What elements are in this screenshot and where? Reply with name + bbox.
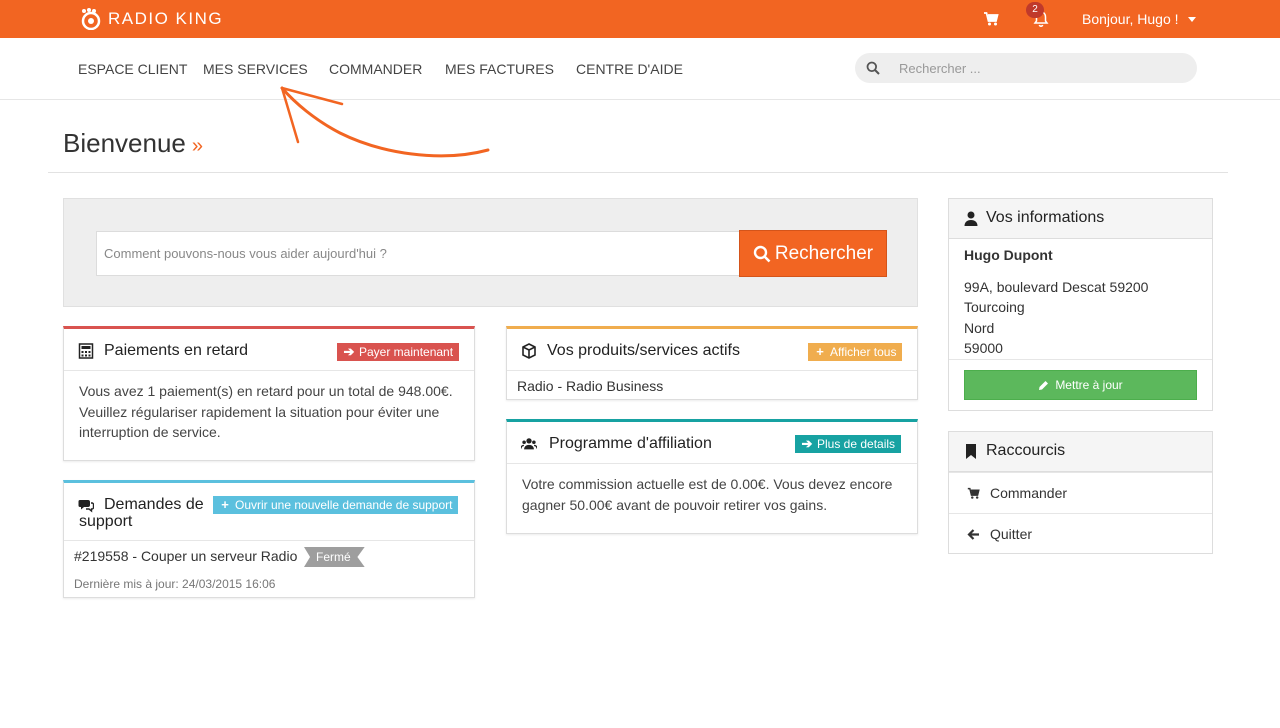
help-search-button-label: Rechercher — [774, 242, 874, 264]
panel-header: Vos produits/services actifs + Afficher … — [507, 329, 917, 371]
affiliate-text: Votre commission actuelle est de 0.00€. … — [522, 476, 893, 513]
panel-header: Raccourcis — [949, 432, 1212, 472]
top-bar: RADIO KING 2 Bonjour, Hugo ! — [0, 0, 1280, 38]
nav-mes-services[interactable]: MES SERVICES — [203, 61, 308, 77]
cart-icon[interactable] — [983, 11, 999, 27]
divider — [949, 359, 1212, 360]
client-name: Hugo Dupont — [964, 247, 1053, 263]
shortcut-commander[interactable]: Commander — [949, 472, 1212, 513]
address-line: Nord — [964, 319, 995, 336]
shortcuts-panel: Raccourcis Commander Quitter — [948, 431, 1213, 554]
account-info-panel: Vos informations Hugo Dupont 99A, boulev… — [948, 198, 1213, 411]
ticket-status-badge: Fermé — [304, 547, 365, 567]
help-search-panel: Rechercher — [63, 198, 918, 307]
affiliate-panel: Programme d'affiliation ➔ Plus de detail… — [506, 419, 918, 534]
search-icon — [866, 61, 880, 75]
nav-centre-aide[interactable]: CENTRE D'AIDE — [576, 61, 683, 77]
service-list-item[interactable]: Radio - Radio Business — [517, 378, 663, 394]
update-info-label: Mettre à jour — [1055, 378, 1123, 392]
client-address: 99A, boulevard Descat 59200 Tourcoing No… — [964, 277, 1148, 358]
panel-title: Vos produits/services actifs — [547, 342, 740, 359]
page-title-chevron: » — [191, 135, 204, 157]
panel-title-line1: Demandes de — [104, 496, 204, 513]
update-info-button[interactable]: Mettre à jour — [964, 370, 1197, 400]
more-details-label: Plus de details — [817, 437, 896, 451]
arrow-right-icon: ➔ — [801, 436, 813, 451]
overdue-payments-panel: Paiements en retard ➔ Payer maintenant V… — [63, 326, 475, 461]
bookmark-icon — [966, 444, 976, 459]
panel-title: Demandes de — [104, 496, 204, 513]
brand-name: RADIO KING — [108, 9, 224, 28]
calculator-icon — [78, 343, 94, 359]
search-icon — [753, 245, 771, 262]
search-box — [855, 53, 1197, 83]
search-input[interactable] — [899, 53, 1189, 83]
ticket-updated: Dernière mis à jour: 24/03/2015 16:06 — [74, 577, 276, 591]
shortcut-quitter[interactable]: Quitter — [949, 513, 1212, 554]
users-icon — [521, 438, 537, 450]
show-all-button[interactable]: + Afficher tous — [808, 343, 903, 361]
help-search-button[interactable]: Rechercher — [739, 230, 887, 277]
new-ticket-button[interactable]: + Ouvrir une nouvelle demande de support — [213, 496, 459, 514]
panel-header: Demandes de support + Ouvrir une nouvell… — [64, 483, 474, 541]
show-all-label: Afficher tous — [830, 345, 897, 359]
title-divider — [48, 172, 1228, 173]
more-details-button[interactable]: ➔ Plus de details — [795, 435, 902, 453]
nav-mes-factures[interactable]: MES FACTURES — [445, 61, 554, 77]
plus-icon: + — [816, 344, 824, 359]
nav-espace-client[interactable]: ESPACE CLIENT — [78, 61, 187, 77]
address-line: Tourcoing — [964, 299, 1025, 316]
address-line: 59000 — [964, 339, 1003, 356]
main-nav: ESPACE CLIENT MES SERVICES COMMANDER MES… — [0, 38, 1280, 100]
user-icon — [964, 211, 978, 226]
panel-header: Programme d'affiliation ➔ Plus de detail… — [507, 422, 917, 464]
annotation-arrow-icon — [280, 86, 490, 158]
comments-icon — [78, 500, 94, 513]
brand-logo[interactable]: RADIO KING — [80, 7, 223, 31]
radio-king-logo-icon — [81, 8, 101, 30]
address-line: 99A, boulevard Descat 59200 — [964, 279, 1149, 295]
new-ticket-label: Ouvrir une nouvelle demande de support — [235, 498, 453, 512]
pencil-icon — [1039, 380, 1049, 390]
shortcut-label: Commander — [990, 485, 1068, 501]
panel-header: Vos informations — [949, 199, 1212, 239]
pay-now-label: Payer maintenant — [359, 345, 454, 359]
help-search-input[interactable] — [96, 231, 740, 276]
arrow-right-icon: ➔ — [343, 344, 355, 359]
notification-badge: 2 — [1026, 2, 1044, 18]
active-services-panel: Vos produits/services actifs + Afficher … — [506, 326, 918, 400]
cube-icon — [522, 343, 536, 359]
overdue-payments-text: Vous avez 1 paiement(s) en retard pour u… — [79, 383, 453, 440]
nav-commander[interactable]: COMMANDER — [329, 61, 422, 77]
panel-header: Paiements en retard ➔ Payer maintenant — [64, 329, 474, 371]
panel-title: Paiements en retard — [104, 342, 249, 359]
plus-icon: + — [221, 497, 229, 512]
cart-icon — [967, 487, 980, 499]
panel-title: Raccourcis — [986, 442, 1066, 459]
ticket-title: #219558 - Couper un serveur Radio — [74, 548, 298, 564]
user-menu-toggle[interactable]: Bonjour, Hugo ! — [1082, 11, 1179, 27]
panel-title: Programme d'affiliation — [549, 435, 712, 452]
pay-now-button[interactable]: ➔ Payer maintenant — [337, 343, 460, 361]
arrow-left-icon — [967, 529, 979, 540]
chevron-down-icon[interactable] — [1188, 17, 1196, 22]
shortcut-label: Quitter — [990, 526, 1033, 542]
panel-title-line2: support — [79, 513, 133, 530]
support-tickets-panel: Demandes de support + Ouvrir une nouvell… — [63, 480, 475, 598]
page-title: Bienvenue» — [63, 128, 203, 159]
panel-title: Vos informations — [986, 209, 1105, 226]
page-title-text: Bienvenue — [63, 128, 186, 158]
